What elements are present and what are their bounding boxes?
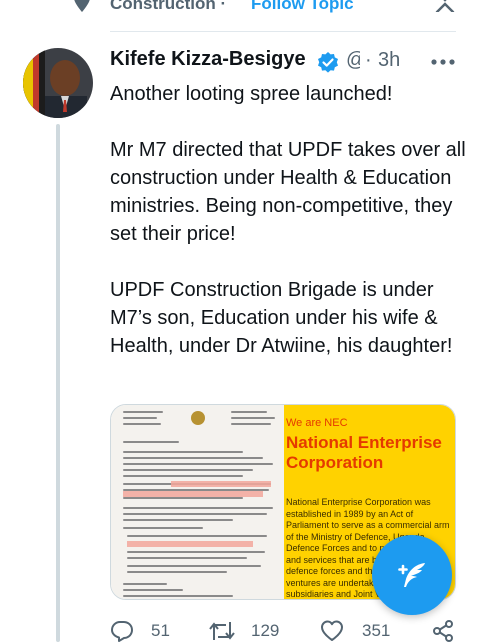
tweet-paragraph: Another looting spree launched! bbox=[110, 83, 393, 105]
follow-topic-button[interactable]: Follow Topic bbox=[251, 0, 354, 14]
retweet-count: 129 bbox=[251, 621, 280, 640]
coat-of-arms-icon bbox=[191, 411, 205, 425]
like-count: 351 bbox=[362, 621, 391, 640]
thread-line bbox=[56, 124, 60, 642]
compose-feather-icon bbox=[398, 563, 425, 587]
reply-icon[interactable] bbox=[110, 619, 134, 642]
topic-bar: Construction · Follow Topic bbox=[0, 0, 480, 32]
tweet-text: Another looting spree launched! Mr M7 di… bbox=[110, 80, 466, 388]
tweet-paragraph: Mr M7 directed that UPDF takes over all … bbox=[110, 139, 466, 245]
more-options-icon[interactable] bbox=[431, 58, 455, 66]
tweet-actions: 51 129 351 bbox=[0, 615, 480, 642]
compose-tweet-button[interactable] bbox=[372, 535, 452, 615]
tweet-timestamp[interactable]: 3h bbox=[378, 49, 400, 72]
nec-tagline: We are NEC bbox=[286, 417, 348, 429]
close-icon[interactable] bbox=[435, 0, 455, 12]
avatar[interactable] bbox=[23, 48, 93, 118]
pin-icon bbox=[74, 0, 90, 12]
like-heart-icon[interactable] bbox=[320, 619, 344, 642]
author-handle[interactable]: @ bbox=[346, 49, 360, 72]
reply-count: 51 bbox=[151, 621, 170, 640]
divider bbox=[110, 31, 456, 32]
verified-badge-icon bbox=[318, 52, 338, 73]
document-image[interactable] bbox=[111, 405, 284, 599]
nec-title: National Enterprise Corporation bbox=[286, 433, 442, 472]
separator-dot: · bbox=[365, 49, 372, 71]
topic-label: Construction · bbox=[110, 0, 227, 13]
retweet-icon[interactable] bbox=[208, 619, 236, 642]
share-icon[interactable] bbox=[431, 619, 455, 642]
author-name[interactable]: Kifefe Kizza-Besigye bbox=[110, 48, 306, 71]
tweet-paragraph: UPDF Construction Brigade is under M7’s … bbox=[110, 279, 453, 357]
